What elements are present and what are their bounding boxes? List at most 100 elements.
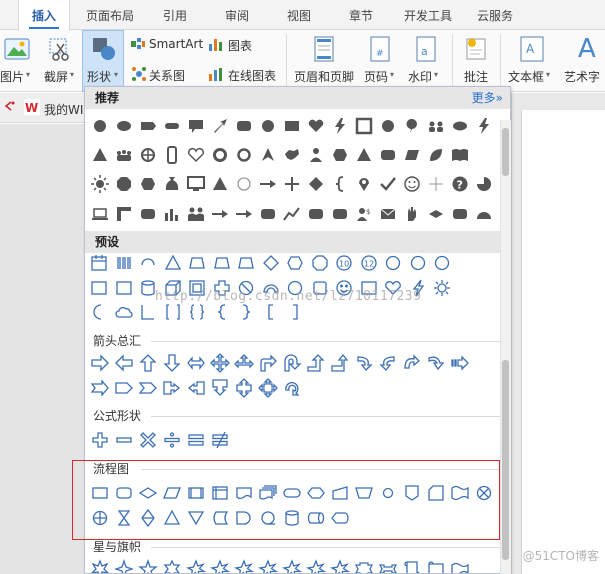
header-footer-button[interactable]: 页眉和页脚 [292, 30, 356, 92]
star-star8-icon[interactable] [210, 559, 230, 573]
flowchart-display-icon[interactable] [330, 508, 350, 528]
shape-circle-outline-icon[interactable] [234, 174, 254, 194]
preset-brace-r-icon[interactable] [236, 302, 256, 322]
star-star24-icon[interactable] [306, 559, 326, 573]
preset-rect-outline-icon[interactable] [89, 278, 109, 298]
arrow-callout-4-o-icon[interactable] [258, 378, 278, 398]
preset-circle-outline-icon[interactable] [383, 253, 403, 273]
flowchart-manual-op-icon[interactable] [354, 483, 374, 503]
shape-chart-bars-icon[interactable] [162, 204, 182, 224]
formula-notequal-o-icon[interactable] [210, 430, 230, 450]
preset-bracket-r-icon[interactable] [285, 302, 305, 322]
star-star12-icon[interactable] [258, 559, 278, 573]
shape-group-icon[interactable] [186, 204, 206, 224]
star-wave-icon[interactable] [450, 559, 470, 573]
preset-bracket-l-icon[interactable] [261, 302, 281, 322]
shape-arrow-right-icon[interactable] [210, 204, 230, 224]
preset-barcode-icon[interactable] [114, 253, 134, 273]
preset-circle-outline-icon[interactable] [432, 253, 452, 273]
shape-rect-icon[interactable] [282, 116, 302, 136]
star-star6-icon[interactable] [162, 559, 182, 573]
arrow-arrow-left-o-icon[interactable] [114, 353, 134, 373]
preset-calendar-icon[interactable] [89, 253, 109, 273]
preset-brace-l-icon[interactable] [212, 302, 232, 322]
flowchart-decision-icon[interactable] [138, 483, 158, 503]
preset-rect-outline-icon[interactable] [114, 278, 134, 298]
scrollbar-thumb[interactable] [502, 128, 509, 176]
shape-balloon-icon[interactable] [402, 116, 422, 136]
shape-arrow-right-icon[interactable] [258, 174, 278, 194]
flowchart-punched-tape-icon[interactable] [450, 483, 470, 503]
arrow-arrow-striped-o-icon[interactable] [450, 353, 470, 373]
formula-multiply-o-icon[interactable] [138, 430, 158, 450]
shape-book-icon[interactable] [450, 145, 470, 165]
preset-moon-icon[interactable] [89, 302, 109, 322]
scrollbar-thumb[interactable] [502, 360, 509, 560]
picture-button[interactable]: 图片 ▾ [0, 30, 38, 92]
shape-rounded-pill-icon[interactable] [162, 116, 182, 136]
preset-brackets-icon[interactable] [163, 302, 183, 322]
arrow-callout-ud-o-icon[interactable] [234, 378, 254, 398]
flowchart-magnetic-disk-icon[interactable] [282, 508, 302, 528]
preset-braces-icon[interactable] [187, 302, 207, 322]
star-star5-icon[interactable] [138, 559, 158, 573]
shape-round-rect-icon[interactable] [258, 204, 278, 224]
shape-pie-icon[interactable] [474, 174, 494, 194]
tab-page-layout[interactable]: 页面布局 [80, 0, 140, 30]
screenshot-button[interactable]: 截屏 ▾ [40, 30, 78, 92]
flowchart-document-icon[interactable] [234, 483, 254, 503]
preset-twelve-icon[interactable]: 12 [359, 253, 379, 273]
flowchart-collate-icon[interactable] [114, 508, 134, 528]
preset-cloud-icon[interactable] [114, 302, 134, 322]
preset-triangle-outline-icon[interactable] [163, 253, 183, 273]
shape-oval-icon[interactable] [114, 116, 134, 136]
shape-corner-icon[interactable] [114, 204, 134, 224]
flowchart-off-page-icon[interactable] [402, 483, 422, 503]
star-ribbon-down-icon[interactable] [378, 559, 398, 573]
shape-donut-icon[interactable] [210, 145, 230, 165]
arrow-callout-d-o-icon[interactable] [210, 378, 230, 398]
flowchart-preparation-icon[interactable] [306, 483, 326, 503]
shape-phone-icon[interactable] [162, 145, 182, 165]
shape-check-icon[interactable] [378, 174, 398, 194]
flowchart-terminator-icon[interactable] [282, 483, 302, 503]
preset-gear-icon[interactable] [432, 278, 452, 298]
shape-globe-icon[interactable] [138, 145, 158, 165]
flowchart-internal-storage-icon[interactable] [210, 483, 230, 503]
arrow-circular-arrow-o-icon[interactable] [282, 378, 302, 398]
shape-plus-icon[interactable] [282, 174, 302, 194]
textbox-button[interactable]: A 文本框 ▾ [506, 30, 558, 92]
arrow-callout-l-o-icon[interactable] [186, 378, 206, 398]
flowchart-process-icon[interactable] [90, 483, 110, 503]
shape-circle-icon[interactable] [258, 116, 278, 136]
formula-divide-o-icon[interactable] [162, 430, 182, 450]
watermark-button[interactable]: a 水印 ▾ [406, 30, 448, 92]
shape-lightning-icon[interactable] [474, 116, 494, 136]
flowchart-data-icon[interactable] [162, 483, 182, 503]
shape-arrow-up-curve-icon[interactable] [258, 145, 278, 165]
arrow-arrow-curve-l-o-icon[interactable] [378, 353, 398, 373]
wordart-button[interactable]: A 艺术字 [562, 30, 605, 92]
preset-trapezoid-icon[interactable] [187, 253, 207, 273]
tab-insert[interactable]: 插入 [18, 0, 70, 31]
arrow-arrow-uturn-o-icon[interactable] [282, 353, 302, 373]
arrow-arrow-lr-o-icon[interactable] [186, 353, 206, 373]
shape-rect-tag-icon[interactable] [138, 116, 158, 136]
shape-round-rect-icon[interactable] [138, 204, 158, 224]
tab-section[interactable]: 章节 [338, 0, 384, 30]
shape-brace-left-icon[interactable] [330, 174, 350, 194]
arrow-arrow-bent-up-o-icon[interactable] [330, 353, 350, 373]
flowchart-alt-process-icon[interactable] [114, 483, 134, 503]
star-star4-icon[interactable] [114, 559, 134, 573]
shape-triangle-icon[interactable] [90, 145, 110, 165]
shape-semicircle-icon[interactable] [474, 204, 494, 224]
shape-envelope-ribbon-icon[interactable] [378, 204, 398, 224]
document-page[interactable] [521, 110, 605, 574]
formula-equal-o-icon[interactable] [186, 430, 206, 450]
arrow-arrow-notched-o-icon[interactable] [90, 378, 110, 398]
tab-cloud[interactable]: 云服务 [470, 0, 520, 30]
shape-people-icon[interactable] [426, 116, 446, 136]
preset-corner-l-icon[interactable] [138, 302, 158, 322]
arrow-arrow-3way-o-icon[interactable] [234, 353, 254, 373]
shape-arrow-right-icon[interactable] [234, 204, 254, 224]
